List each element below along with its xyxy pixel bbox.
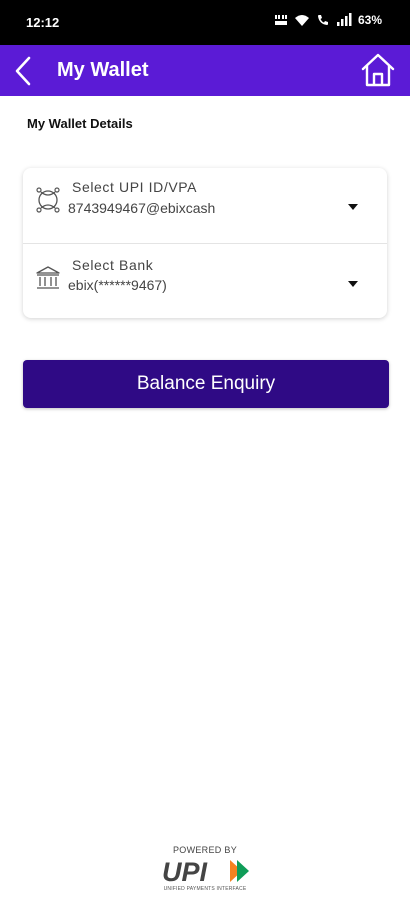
powered-by-text: POWERED BY xyxy=(172,845,237,855)
dropdown-arrow-icon xyxy=(348,281,358,287)
upi-id-dropdown[interactable]: Select UPI ID/VPA 8743949467@ebixcash xyxy=(23,168,387,243)
dropdown-arrow-icon xyxy=(348,204,358,210)
page-title: My Wallet xyxy=(57,59,149,81)
wifi-icon xyxy=(294,15,309,26)
status-bar: 12:12 63% xyxy=(0,0,410,45)
upi-id-icon xyxy=(36,187,60,213)
bank-dropdown[interactable]: Select Bank ebix(******9467) xyxy=(23,243,387,318)
upi-id-value: 8743949467@ebixcash xyxy=(68,200,216,216)
balance-enquiry-button[interactable]: Balance Enquiry xyxy=(23,360,389,408)
wallet-selector-card: Select UPI ID/VPA 8743949467@ebixcash Se… xyxy=(23,168,387,318)
upi-logo-text: UPI xyxy=(162,857,208,886)
wallet-screen: 12:12 63% My Wallet My Wallet Details Se… xyxy=(0,0,410,900)
bank-icon xyxy=(36,266,60,289)
upi-footer-logo: POWERED BY UPI UNIFIED PAYMENTS INTERFAC… xyxy=(150,845,260,895)
section-heading: My Wallet Details xyxy=(27,116,133,131)
bank-value: ebix(******9467) xyxy=(68,277,167,293)
upi-subtext: UNIFIED PAYMENTS INTERFACE xyxy=(163,886,247,892)
signal-icon xyxy=(336,13,352,26)
data-speed-icon xyxy=(274,15,287,25)
bank-label: Select Bank xyxy=(72,257,154,273)
status-time: 12:12 xyxy=(26,15,60,30)
status-icons: 63% xyxy=(274,13,382,27)
upi-id-label: Select UPI ID/VPA xyxy=(72,179,198,195)
wifi-calling-icon xyxy=(317,15,328,25)
home-button[interactable] xyxy=(360,52,396,88)
upi-logo-icon: UPI xyxy=(162,857,249,886)
app-bar: My Wallet xyxy=(0,45,410,96)
back-button[interactable] xyxy=(10,55,38,87)
battery-level: 63% xyxy=(357,13,382,27)
